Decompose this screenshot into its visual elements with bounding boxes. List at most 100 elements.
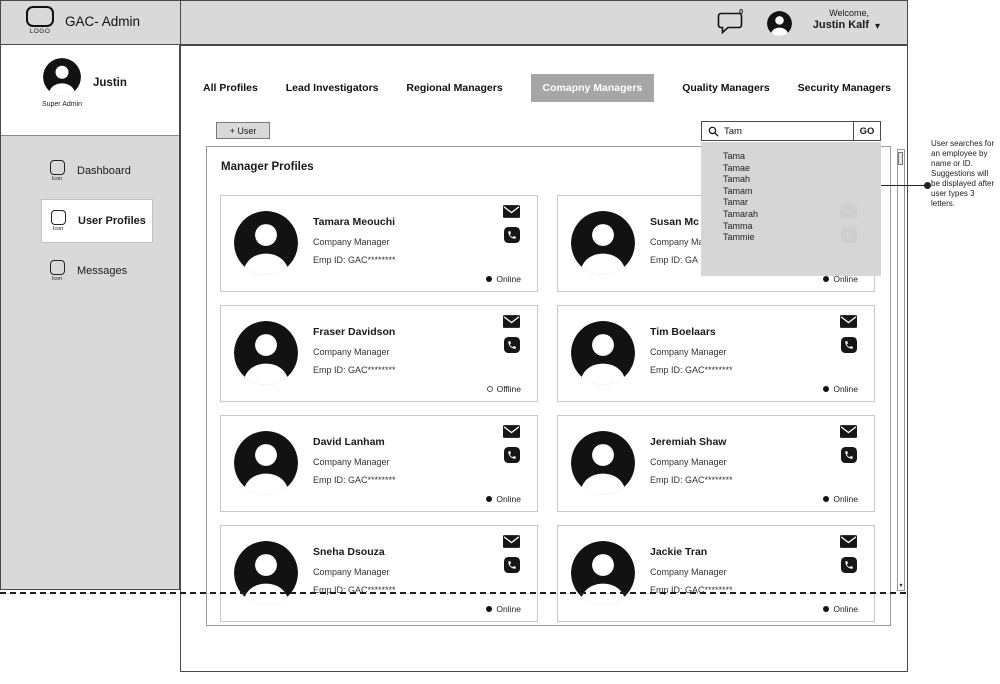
profile-avatar (234, 431, 298, 495)
page: LOGO GAC- Admin 0 Welcome, Justin Kalf ▾… (0, 0, 1000, 684)
profile-card[interactable]: Sneha Dsouza Company Manager Emp ID: GAC… (220, 525, 538, 622)
profile-role: Company Manager (650, 457, 727, 467)
mail-icon[interactable] (503, 205, 520, 218)
phone-icon[interactable] (504, 227, 520, 243)
status-label: Online (496, 604, 521, 614)
status-badge: Online (486, 604, 521, 614)
search-suggestions: TamaTamaeTamahTamamTamarTamarahTammaTamm… (701, 142, 881, 276)
search-suggestion[interactable]: Tamar (701, 197, 881, 209)
search-suggestion[interactable]: Tama (701, 151, 881, 163)
profile-emp-id: Emp ID: GAC******** (313, 365, 396, 375)
fold-line (0, 592, 906, 594)
profile-role: Company Ma (650, 237, 704, 247)
status-badge: Online (823, 604, 858, 614)
header-avatar[interactable] (767, 11, 792, 36)
phone-icon[interactable] (504, 557, 520, 573)
search-suggestion[interactable]: Tamarah (701, 209, 881, 221)
sidebar-item-label: Messages (77, 265, 127, 277)
profile-card[interactable]: Tim Boelaars Company Manager Emp ID: GAC… (557, 305, 875, 402)
status-dot (487, 386, 493, 392)
tab-comapny-managers[interactable]: Comapny Managers (531, 74, 655, 102)
status-label: Online (496, 494, 521, 504)
tab-bar: All Profiles Lead Investigators Regional M… (203, 74, 891, 102)
mail-icon[interactable] (503, 425, 520, 438)
search-icon (708, 126, 719, 137)
profile-role: Company Manager (313, 567, 390, 577)
phone-icon[interactable] (504, 337, 520, 353)
profile-card[interactable]: Jackie Tran Company Manager Emp ID: GAC*… (557, 525, 875, 622)
profile-role: Company Manager (313, 237, 390, 247)
profile-card[interactable]: Fraser Davidson Company Manager Emp ID: … (220, 305, 538, 402)
profile-name: Susan Mc (650, 216, 699, 228)
profile-card[interactable]: Tamara Meouchi Company Manager Emp ID: G… (220, 195, 538, 292)
sidebar: Justin Super Admin IconDashboardIconUser… (0, 45, 180, 590)
square-icon (51, 210, 66, 225)
mail-icon[interactable] (503, 535, 520, 548)
profile-name: David Lanham (313, 436, 385, 448)
annotation-note: User searches for an employee by name or… (931, 139, 998, 209)
profile-name: Jeremiah Shaw (650, 436, 726, 448)
profile-card[interactable]: Jeremiah Shaw Company Manager Emp ID: GA… (557, 415, 875, 512)
scrollbar-thumb[interactable] (898, 152, 903, 165)
search-suggestion[interactable]: Tamae (701, 163, 881, 175)
profile-emp-id: Emp ID: GAC******** (313, 475, 396, 485)
menu-item-icon: Icon (47, 160, 67, 182)
search-suggestion[interactable]: Tammie (701, 232, 881, 244)
menu-item-icon: Icon (47, 260, 67, 282)
square-icon (50, 260, 65, 275)
profile-name: Tim Boelaars (650, 326, 716, 338)
search-input[interactable] (724, 126, 853, 137)
search-suggestion[interactable]: Tamah (701, 174, 881, 186)
annotation-connector (881, 185, 926, 186)
profile-name: Jackie Tran (650, 546, 707, 558)
mail-icon[interactable] (840, 425, 857, 438)
add-user-button[interactable]: + User (216, 122, 270, 139)
mail-icon[interactable] (840, 315, 857, 328)
profile-emp-id: Emp ID: GA (650, 255, 698, 265)
tab-security-managers[interactable]: Security Managers (798, 82, 891, 94)
status-label: Online (496, 274, 521, 284)
tab-all-profiles[interactable]: All Profiles (203, 82, 258, 94)
status-badge: Online (486, 274, 521, 284)
status-dot (823, 606, 829, 612)
mail-icon[interactable] (840, 535, 857, 548)
tab-regional-managers[interactable]: Regional Managers (406, 82, 502, 94)
status-dot (823, 276, 829, 282)
search-suggestion[interactable]: Tamam (701, 186, 881, 198)
profile-emp-id: Emp ID: GAC******** (313, 255, 396, 265)
status-dot (486, 606, 492, 612)
tab-lead-investigators[interactable]: Lead Investigators (286, 82, 379, 94)
sidebar-item-label: User Profiles (78, 215, 146, 227)
status-label: Online (833, 494, 858, 504)
profile-avatar (571, 211, 635, 275)
scrollbar-down-arrow[interactable]: ▼ (898, 583, 904, 589)
notifications-button[interactable]: 0 (717, 12, 747, 36)
sidebar-item-dashboard[interactable]: IconDashboard (41, 149, 153, 193)
sidebar-item-messages[interactable]: Icon Messages (41, 249, 153, 293)
menu-icon-caption: Icon (53, 226, 63, 232)
sidebar-menu: IconDashboardIconUser ProfilesIconMessag… (1, 135, 179, 589)
profile-emp-id: Emp ID: GAC******** (650, 365, 733, 375)
menu-icon-caption: Icon (52, 176, 62, 182)
search-go-button[interactable]: GO (853, 122, 880, 140)
phone-icon[interactable] (841, 447, 857, 463)
profile-card[interactable]: David Lanham Company Manager Emp ID: GAC… (220, 415, 538, 512)
main-content: All Profiles Lead Investigators Regional M… (180, 45, 908, 672)
phone-icon[interactable] (841, 557, 857, 573)
chevron-down-icon[interactable]: ▾ (875, 21, 880, 32)
profile-emp-id: Emp ID: GAC******** (650, 475, 733, 485)
square-icon (50, 160, 65, 175)
scrollbar[interactable]: ▼ (897, 149, 905, 591)
profile-name: Tamara Meouchi (313, 216, 395, 228)
profile-avatar (234, 541, 298, 605)
mail-icon[interactable] (503, 315, 520, 328)
profile-avatar (571, 321, 635, 385)
tab-quality-managers[interactable]: Quality Managers (682, 82, 770, 94)
annotation-dot (924, 182, 931, 189)
profile-avatar (234, 211, 298, 275)
search-suggestion[interactable]: Tamma (701, 221, 881, 233)
sidebar-user-name: Justin (93, 77, 127, 89)
phone-icon[interactable] (841, 337, 857, 353)
sidebar-item-user-profiles[interactable]: Icon User Profiles (41, 199, 153, 243)
phone-icon[interactable] (504, 447, 520, 463)
